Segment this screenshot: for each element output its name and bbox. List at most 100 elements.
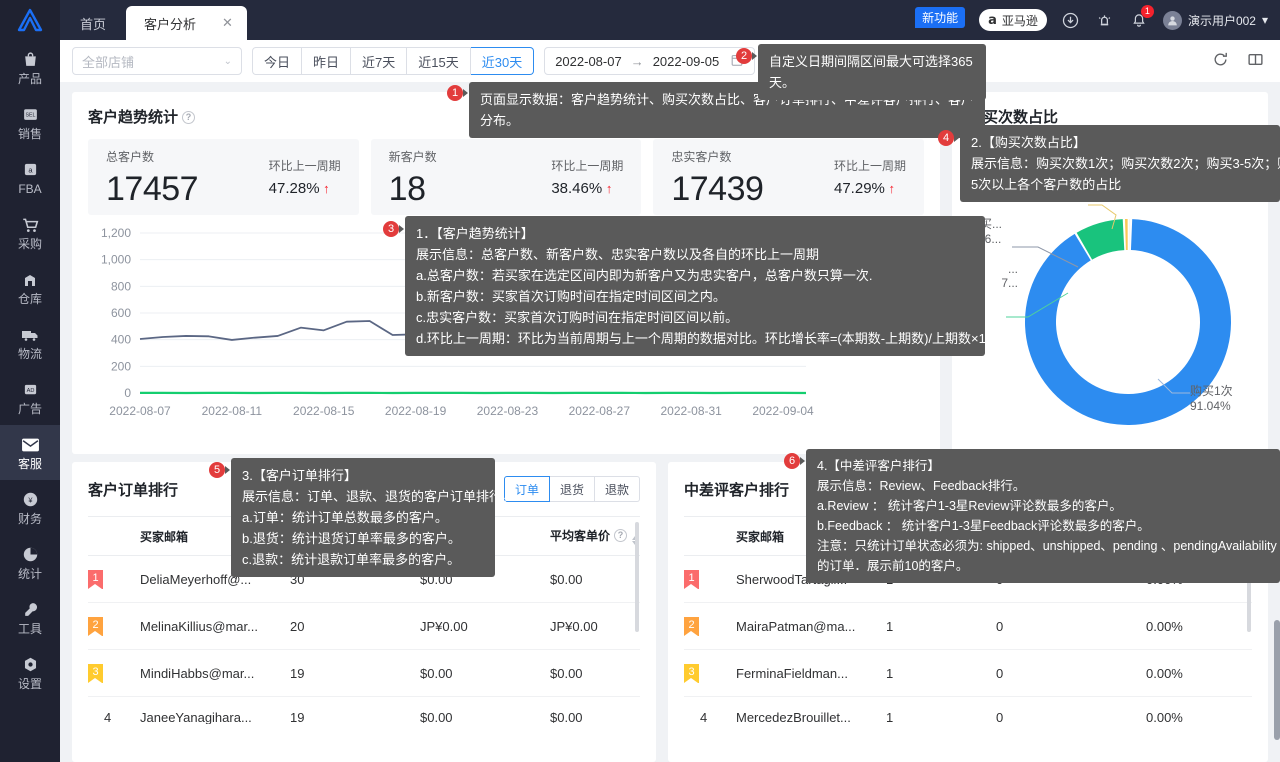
cell-rank: 4 (684, 696, 736, 724)
svg-text:2022-08-07: 2022-08-07 (109, 404, 171, 418)
tab-refunds[interactable]: 退款 (594, 476, 640, 502)
cell-c1: 1 (886, 602, 996, 650)
cell-avg: $0.00 (550, 649, 640, 697)
shop-select[interactable]: 全部店铺 ⌄ (72, 47, 242, 75)
sidebar-item-label: 产品 (17, 71, 42, 86)
help-icon[interactable]: ? (182, 110, 196, 124)
range-30d[interactable]: 近30天 (470, 47, 535, 75)
sidebar-item-财务[interactable]: ¥ 财务 (0, 480, 60, 535)
sidebar-item-产品[interactable]: 产品 (0, 40, 60, 95)
cell-rank: 2 (684, 602, 736, 650)
svg-text:800: 800 (111, 279, 131, 293)
sidebar-item-物流[interactable]: 物流 (0, 315, 60, 370)
table-row[interactable]: 3 MindiHabbs@mar... 19 $0.00 $0.00 (88, 649, 640, 697)
callout-number-1: 1 (447, 85, 468, 101)
pie-chart-icon (20, 545, 40, 565)
callout-number-2: 2 (736, 48, 757, 64)
sidebar-item-FBA[interactable]: a FBA (0, 150, 60, 205)
callout-text: c.退款：统计退款订单率最多的客户。 (242, 552, 461, 567)
rank-badge: 3 (88, 664, 103, 683)
user-menu[interactable]: 演示用户002 ▾ (1162, 10, 1268, 30)
col-label: 平均客单价 (550, 529, 611, 543)
col-rank (88, 516, 140, 556)
alarm-icon[interactable] (1095, 10, 1115, 30)
table-row[interactable]: 3 FerminaFieldman... 1 0 0.00% (684, 649, 1252, 697)
cell-rank: 2 (88, 602, 140, 650)
date-start[interactable]: 2022-08-07 (555, 54, 622, 69)
cell-c2: 0 (996, 602, 1146, 650)
table-row[interactable]: 4 JaneeYanagihara... 19 $0.00 $0.00 (88, 696, 640, 724)
cell-email: MelinaKillius@mar... (140, 602, 290, 650)
page-scrollbar[interactable] (1274, 620, 1280, 740)
table-scrollbar[interactable] (635, 522, 639, 632)
sidebar-item-工具[interactable]: 工具 (0, 590, 60, 645)
columns-icon[interactable] (1247, 51, 1264, 71)
callout-number-6: 6 (784, 453, 805, 469)
callout-number-4: 4 (938, 130, 959, 146)
table-row[interactable]: 2 MelinaKillius@mar... 20 JP¥0.00 JP¥0.00 (88, 602, 640, 650)
stat-label: 总客户数 (106, 149, 155, 164)
callout-text: a.总客户数：若买家在选定区间内即为新客户又为忠实客户，总客户数只算一次. (416, 268, 873, 283)
stat-label: 新客户数 (388, 149, 437, 164)
bell-icon[interactable]: 1 (1129, 5, 1154, 30)
close-icon[interactable]: ✕ (222, 15, 233, 31)
callout-text: 的订单．展示前10的客户。 (817, 559, 969, 573)
cell-avg: $0.00 (550, 555, 640, 603)
app-root: 产品 SEL 销售 a FBA 采购 仓库 物流 AD 广告 客服 ¥ 财务 统… (0, 0, 1280, 762)
callout-6: 4.【中差评客户排行】 展示信息：Review、Feedback排行。 a.Re… (806, 449, 1280, 583)
date-end[interactable]: 2022-09-05 (653, 54, 720, 69)
cell-email: JaneeYanagihara... (140, 696, 290, 724)
svg-text:1,200: 1,200 (101, 226, 131, 240)
callout-text: b.Feedback ： 统计客户1-3星Feedback评论数最多的客户。 (817, 519, 1150, 533)
sidebar-item-客服[interactable]: 客服 (0, 425, 60, 480)
donut-label-pct: 91.04% (1190, 399, 1231, 413)
sidebar-item-设置[interactable]: 设置 (0, 645, 60, 700)
card-title: 中差评客户排行 (684, 481, 790, 499)
tab-home[interactable]: 首页 (60, 6, 126, 40)
cell-c2: 0 (996, 649, 1146, 697)
range-15d[interactable]: 近15天 (407, 47, 471, 75)
svg-text:SEL: SEL (25, 113, 35, 119)
date-range-picker[interactable]: 2022-08-07 → 2022-09-05 (544, 47, 756, 75)
range-today[interactable]: 今日 (252, 47, 303, 75)
table-row[interactable]: 2 MairaPatman@ma... 1 0 0.00% (684, 602, 1252, 650)
callout-text: 3.【客户订单排行】 (242, 468, 357, 483)
sidebar-item-仓库[interactable]: 仓库 (0, 260, 60, 315)
tab-label: 客户分析 (144, 16, 197, 32)
callout-number-5: 5 (209, 462, 230, 478)
help-icon[interactable]: ? (614, 528, 628, 542)
refresh-icon[interactable] (1212, 51, 1229, 71)
tab-label: 订单 (514, 482, 539, 497)
sidebar-item-label: 财务 (17, 511, 42, 526)
app-logo[interactable] (0, 0, 60, 40)
download-icon[interactable] (1061, 10, 1081, 30)
amazon-icon: a (988, 12, 997, 28)
callout-text: 5次以上各个客户数的占比 (971, 177, 1122, 192)
svg-text:2022-08-23: 2022-08-23 (477, 404, 539, 418)
new-feature-badge[interactable]: 新功能 (915, 6, 966, 28)
callout-text: a.Review ： 统计客户1-3星Review评论数最多的客户。 (817, 499, 1122, 513)
sidebar-item-统计[interactable]: 统计 (0, 535, 60, 590)
tab-returns[interactable]: 退货 (549, 476, 595, 502)
callout-text: 展示信息：总客户数、新客户数、忠实客户数以及各自的环比上一周期 (416, 247, 820, 262)
card-title: 客户订单排行 (88, 481, 179, 499)
stat-label: 忠实客户数 (671, 149, 732, 164)
range-7d[interactable]: 近7天 (351, 47, 408, 75)
stat-compare-value: 47.28% (268, 180, 320, 197)
topbar-actions: 新功能 a 亚马逊 1 演示用户002 ▾ (915, 0, 1280, 40)
table-row[interactable]: 4 MercedezBrouillet... 1 0 0.00% (684, 696, 1252, 724)
svg-text:2022-08-19: 2022-08-19 (385, 404, 447, 418)
tab-label: 退款 (604, 482, 629, 497)
sidebar-item-销售[interactable]: SEL 销售 (0, 95, 60, 150)
range-yesterday[interactable]: 昨日 (302, 47, 352, 75)
cell-rank: 3 (88, 649, 140, 697)
callout-text: c.忠实客户数：买家首次订购时间在指定时间区间以前。 (416, 310, 739, 325)
sidebar-item-采购[interactable]: 采购 (0, 205, 60, 260)
col-rank (684, 516, 736, 556)
tab-customer-analysis[interactable]: 客户分析 ✕ (126, 6, 247, 40)
marketplace-switcher[interactable]: a 亚马逊 (979, 9, 1047, 31)
callout-5: 3.【客户订单排行】 展示信息：订单、退款、退货的客户订单排行。 a.订单：统计… (231, 458, 515, 577)
callout-number-3: 3 (383, 221, 404, 237)
sidebar-item-广告[interactable]: AD 广告 (0, 370, 60, 425)
filterbar-actions (1212, 51, 1268, 71)
